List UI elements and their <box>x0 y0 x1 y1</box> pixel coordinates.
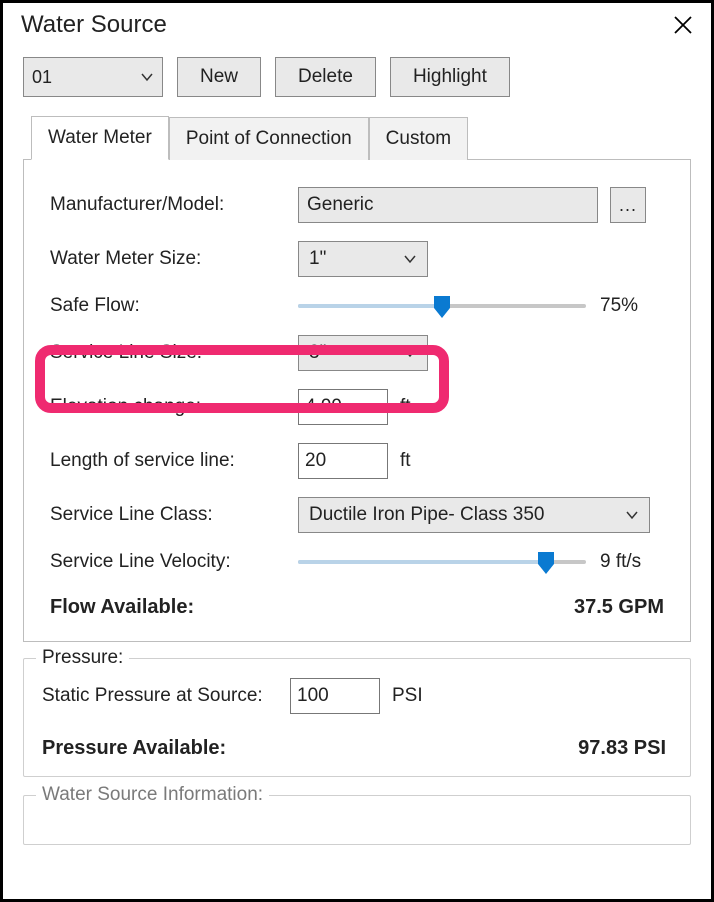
water-source-info-label: Water Source Information: <box>36 784 269 806</box>
tab-strip: Water Meter Point of Connection Custom <box>3 115 711 159</box>
chevron-down-icon <box>625 508 639 522</box>
static-pressure-value: 100 <box>297 685 329 707</box>
velocity-value: 9 ft/s <box>600 551 670 573</box>
toolbar: 01 New Delete Highlight <box>3 51 711 115</box>
row-manufacturer: Manufacturer/Model: Generic ... <box>44 178 670 232</box>
source-selector-value: 01 <box>32 67 52 88</box>
tab-custom[interactable]: Custom <box>369 117 468 160</box>
service-class-dropdown[interactable]: Ductile Iron Pipe- Class 350 <box>298 497 650 533</box>
length-label: Length of service line: <box>50 450 298 472</box>
title-bar: Water Source <box>3 3 711 51</box>
pressure-group-label: Pressure: <box>36 647 129 669</box>
velocity-slider[interactable] <box>298 554 586 570</box>
row-elevation: Elevation change: 4.99 ft <box>44 380 670 434</box>
static-pressure-label: Static Pressure at Source: <box>42 685 290 707</box>
meter-size-label: Water Meter Size: <box>50 248 298 270</box>
close-button[interactable] <box>669 11 697 39</box>
row-velocity: Service Line Velocity: 9 ft/s <box>44 542 670 582</box>
service-class-label: Service Line Class: <box>50 504 298 526</box>
safe-flow-value: 75% <box>600 295 670 317</box>
service-line-size-label: Service Line Size: <box>50 342 298 364</box>
slider-thumb-icon <box>538 552 554 574</box>
length-value: 20 <box>305 450 326 472</box>
flow-available-label: Flow Available: <box>50 596 298 619</box>
new-button[interactable]: New <box>177 57 261 97</box>
pressure-available-label: Pressure Available: <box>42 737 296 760</box>
row-service-line-size: Service Line Size: 3" <box>44 326 670 380</box>
length-unit: ft <box>400 450 411 472</box>
slider-thumb-icon <box>434 296 450 318</box>
manufacturer-browse-button[interactable]: ... <box>610 187 646 223</box>
static-pressure-input[interactable]: 100 <box>290 678 380 714</box>
manufacturer-field[interactable]: Generic <box>298 187 598 223</box>
elevation-input[interactable]: 4.99 <box>298 389 388 425</box>
service-line-size-dropdown[interactable]: 3" <box>298 335 428 371</box>
flow-available-value: 37.5 GPM <box>298 596 670 619</box>
group-pressure: Pressure: Static Pressure at Source: 100… <box>23 658 691 777</box>
safe-flow-label: Safe Flow: <box>50 295 298 317</box>
delete-button[interactable]: Delete <box>275 57 376 97</box>
chevron-down-icon <box>403 346 417 360</box>
service-line-size-value: 3" <box>309 342 326 364</box>
row-flow-available: Flow Available: 37.5 GPM <box>44 582 670 619</box>
window-title: Water Source <box>21 11 167 39</box>
tab-water-meter[interactable]: Water Meter <box>31 116 169 160</box>
group-water-source-info: Water Source Information: <box>23 795 691 845</box>
row-length: Length of service line: 20 ft <box>44 434 670 488</box>
row-static-pressure: Static Pressure at Source: 100 PSI <box>42 669 672 723</box>
elevation-label: Elevation change: <box>50 396 298 418</box>
highlight-button[interactable]: Highlight <box>390 57 510 97</box>
meter-size-dropdown[interactable]: 1" <box>298 241 428 277</box>
static-pressure-unit: PSI <box>392 685 423 707</box>
safe-flow-slider[interactable] <box>298 298 586 314</box>
row-pressure-available: Pressure Available: 97.83 PSI <box>42 723 672 760</box>
velocity-label: Service Line Velocity: <box>50 551 298 573</box>
chevron-down-icon <box>403 252 417 266</box>
elevation-value: 4.99 <box>305 396 342 418</box>
meter-size-value: 1" <box>309 248 326 270</box>
row-service-class: Service Line Class: Ductile Iron Pipe- C… <box>44 488 670 542</box>
service-class-value: Ductile Iron Pipe- Class 350 <box>309 504 545 526</box>
row-meter-size: Water Meter Size: 1" <box>44 232 670 286</box>
manufacturer-label: Manufacturer/Model: <box>50 194 298 216</box>
source-selector[interactable]: 01 <box>23 57 163 97</box>
length-input[interactable]: 20 <box>298 443 388 479</box>
tab-panel-water-meter: Manufacturer/Model: Generic ... Water Me… <box>23 159 691 642</box>
close-icon <box>672 14 694 36</box>
row-safe-flow: Safe Flow: 75% <box>44 286 670 326</box>
chevron-down-icon <box>140 70 154 84</box>
pressure-available-value: 97.83 PSI <box>296 737 672 760</box>
elevation-unit: ft <box>400 396 411 418</box>
manufacturer-value: Generic <box>307 194 374 216</box>
tab-point-of-connection[interactable]: Point of Connection <box>169 117 369 160</box>
